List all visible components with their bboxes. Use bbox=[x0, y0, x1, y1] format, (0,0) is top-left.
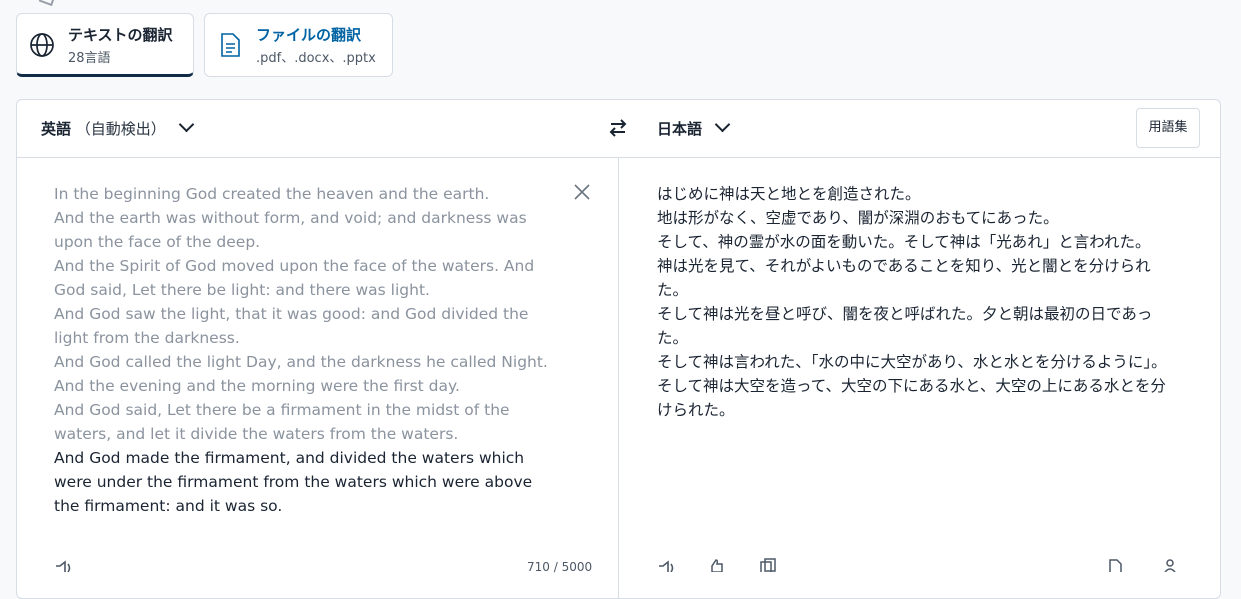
source-language-selector[interactable]: 英語 （自動検出） bbox=[41, 116, 194, 139]
auto-detect-label: （自動検出） bbox=[75, 120, 166, 138]
glossary-button[interactable]: 用語集 bbox=[1136, 108, 1200, 148]
translation-line: そして、神の霊が水の面を動いた。そして神は「光あれ」と言われた。 bbox=[657, 233, 1151, 251]
copy-icon[interactable] bbox=[759, 558, 777, 572]
translation-line: そして神は言われた、「水の中に大空があり、水と水とを分けるように」。 bbox=[657, 353, 1167, 371]
tab-text-title: テキストの翻訳 bbox=[68, 26, 173, 44]
target-language-selector[interactable]: 日本語 bbox=[657, 116, 731, 139]
tab-file-translation[interactable]: ファイルの翻訳 .pdf、.docx、.pptx bbox=[204, 13, 393, 77]
translation-output: はじめに神は天と地とを創造された。 地は形がなく、空虚であり、闇が深淵のおもてに… bbox=[657, 182, 1167, 422]
share-icon[interactable] bbox=[1163, 558, 1177, 572]
translation-line: 地は形がなく、空虚であり、闇が深淵のおもてにあった。 bbox=[657, 209, 1059, 227]
source-language: 英語 bbox=[41, 120, 72, 138]
source-line: And God said, Let there be a firmament i… bbox=[54, 401, 510, 443]
clear-text-icon[interactable] bbox=[573, 183, 591, 201]
source-line: In the beginning God created the heaven … bbox=[54, 185, 490, 203]
thumbs-up-icon[interactable] bbox=[709, 558, 725, 572]
swap-languages-icon[interactable] bbox=[608, 117, 628, 139]
source-line: And the earth was without form, and void… bbox=[54, 209, 527, 251]
source-line: And God saw the light, that it was good:… bbox=[54, 305, 529, 347]
pane-divider bbox=[618, 157, 619, 598]
translation-line: はじめに神は天と地とを創造された。 bbox=[657, 185, 921, 203]
character-count: 710 / 5000 bbox=[527, 560, 593, 574]
target-language: 日本語 bbox=[657, 120, 703, 138]
document-icon bbox=[221, 33, 240, 57]
translation-line: 神は光を見て、それがよいものであることを知り、光と闇とを分けられた。 bbox=[657, 257, 1151, 299]
tab-file-sub: .pdf、.docx、.pptx bbox=[256, 51, 376, 66]
source-line-active: And God made the firmament, and divided … bbox=[54, 449, 533, 515]
document-copy-icon[interactable] bbox=[1107, 558, 1123, 572]
translation-line: そして神は大空を造って、大空の下にある水と、大空の上にある水とを分けられた。 bbox=[657, 377, 1166, 419]
chevron-down-icon bbox=[714, 116, 731, 133]
translator-panel: 英語 （自動検出） 日本語 用語集 In the beginning God c… bbox=[16, 99, 1221, 599]
tab-text-translation[interactable]: テキストの翻訳 28言語 bbox=[16, 13, 194, 77]
source-line: And God called the light Day, and the da… bbox=[54, 353, 548, 395]
tab-text-sub: 28言語 bbox=[68, 51, 111, 66]
partial-icon-top bbox=[38, 0, 56, 7]
tab-file-title: ファイルの翻訳 bbox=[256, 26, 362, 44]
source-line: And the Spirit of God moved upon the fac… bbox=[54, 257, 535, 299]
source-text-area[interactable]: In the beginning God created the heaven … bbox=[54, 182, 554, 518]
speaker-icon[interactable] bbox=[54, 560, 74, 572]
chevron-down-icon bbox=[178, 116, 194, 133]
translation-line: そして神は光を昼と呼び、闇を夜と呼ばれた。夕と朝は最初の日であった。 bbox=[657, 305, 1153, 347]
language-bar: 英語 （自動検出） 日本語 用語集 bbox=[17, 100, 1220, 158]
globe-icon bbox=[30, 33, 54, 57]
speaker-icon[interactable] bbox=[657, 560, 677, 572]
